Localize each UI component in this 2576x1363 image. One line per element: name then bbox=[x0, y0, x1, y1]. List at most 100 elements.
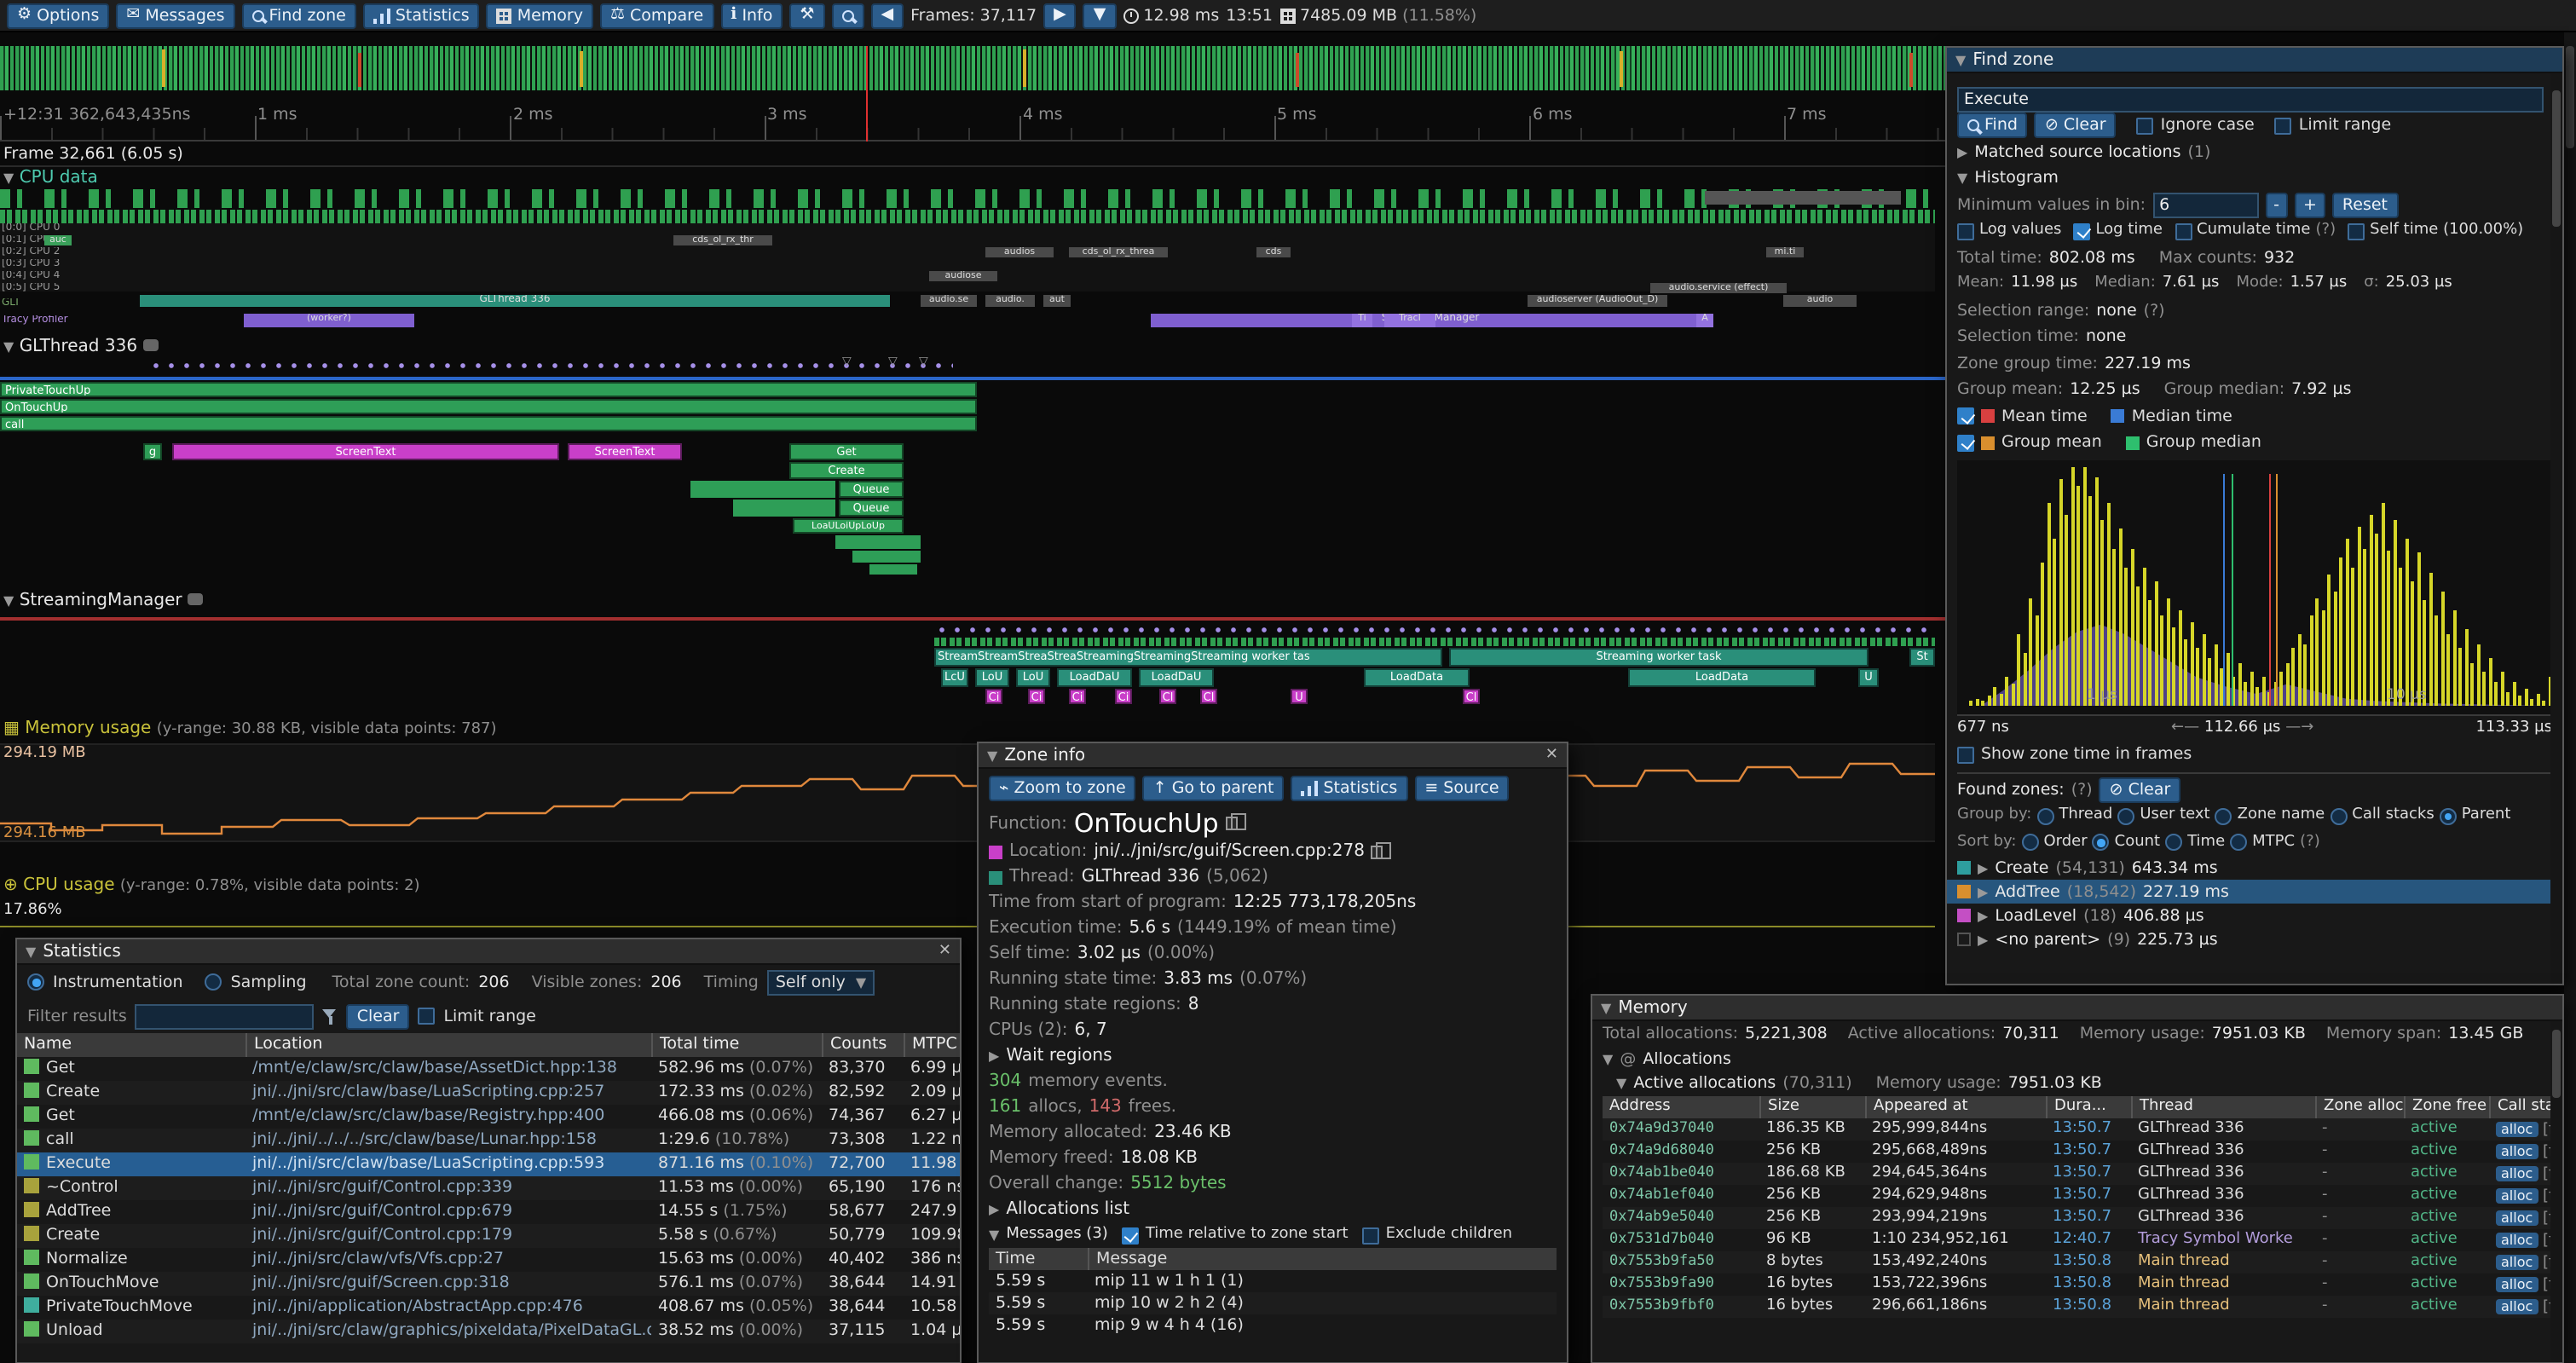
options-button[interactable]: ⚙Options bbox=[7, 3, 109, 28]
zoom-search-button[interactable] bbox=[831, 3, 863, 28]
bin-reset-button[interactable]: Reset bbox=[2332, 193, 2398, 218]
group-usertext-radio[interactable] bbox=[2117, 808, 2134, 825]
scrollbar-thumb[interactable] bbox=[2552, 1030, 2561, 1098]
zone-loaddata[interactable]: LoadData bbox=[1628, 668, 1816, 687]
alloc-callstack-button[interactable]: alloc bbox=[2496, 1121, 2538, 1136]
info-button[interactable]: ℹInfo bbox=[720, 3, 783, 28]
filter-funnel-icon[interactable] bbox=[323, 1008, 338, 1024]
log-time-checkbox[interactable] bbox=[2073, 223, 2090, 240]
column-location[interactable]: Location bbox=[245, 1033, 651, 1057]
table-row-selected[interactable]: Executejni/../jni/src/claw/base/LuaScrip… bbox=[17, 1152, 960, 1176]
cpu-zone[interactable]: audio.se bbox=[921, 295, 977, 307]
find-button[interactable]: Find bbox=[1957, 113, 2028, 139]
allocation-row[interactable]: 0x7553b9fbf016 bytes296,661,186ns13:50.8… bbox=[1603, 1295, 2552, 1317]
close-icon[interactable]: ✕ bbox=[1545, 747, 1558, 764]
cpu-zone[interactable]: audio bbox=[1783, 295, 1857, 307]
zone-mark[interactable]: U bbox=[1291, 689, 1308, 704]
zone-cluster[interactable] bbox=[733, 500, 835, 517]
allocation-row[interactable]: 0x74ab1be040186.68 KB294,645,364ns13:50.… bbox=[1603, 1162, 2552, 1184]
wait-regions-toggle[interactable]: ▶Wait regions bbox=[979, 1043, 1567, 1069]
table-row[interactable]: PrivateTouchMovejni/../jni/application/A… bbox=[17, 1296, 960, 1320]
log-values-checkbox[interactable] bbox=[1957, 223, 1974, 240]
cpu-zone[interactable]: A bbox=[1696, 314, 1713, 327]
streaming-section-header[interactable]: ▼ StreamingManager bbox=[3, 592, 203, 610]
alloc-callstack-button[interactable]: alloc bbox=[2496, 1298, 2538, 1314]
cpu-zone[interactable]: auc bbox=[44, 235, 72, 245]
cpu-data-section-header[interactable]: ▼ CPU data bbox=[3, 169, 98, 188]
matched-locations-toggle[interactable]: ▶Matched source locations(1) bbox=[1947, 139, 2562, 165]
cumulate-time-checkbox[interactable] bbox=[2175, 223, 2192, 240]
memory-button[interactable]: Memory bbox=[487, 3, 593, 28]
column-name[interactable]: Name bbox=[17, 1033, 245, 1057]
cpu-zone[interactable]: audio. bbox=[985, 295, 1035, 307]
copy-icon[interactable] bbox=[1226, 817, 1238, 830]
column-total-time[interactable]: Total time bbox=[651, 1033, 822, 1057]
filter-input[interactable] bbox=[136, 1003, 315, 1029]
message-row[interactable]: 5.59 smip 11 w 1 h 1 (1) bbox=[989, 1270, 1557, 1292]
cpu-plot-header[interactable]: ⊕ CPU usage (y-range: 0.78%, visible dat… bbox=[3, 876, 420, 895]
cpu-zone[interactable]: aut bbox=[1043, 295, 1071, 307]
next-frame-button[interactable]: ▶ bbox=[1043, 3, 1077, 28]
cpu-zone[interactable]: audioserver (AudioOut_D) bbox=[1528, 295, 1667, 307]
alloc-callstack-button[interactable]: alloc bbox=[2496, 1210, 2538, 1225]
column-message[interactable]: Message bbox=[1088, 1248, 1557, 1270]
alloc-callstack-button[interactable]: alloc bbox=[2496, 1276, 2538, 1291]
allocation-row[interactable]: 0x7553b9fa508 bytes153,492,240ns13:50.8M… bbox=[1603, 1250, 2552, 1273]
cpu-zone[interactable]: audios bbox=[985, 247, 1054, 257]
message-dots-lane[interactable] bbox=[148, 360, 953, 372]
memory-titlebar[interactable]: ▼ Memory bbox=[1592, 996, 2562, 1021]
limit-range-checkbox[interactable] bbox=[418, 1008, 435, 1025]
zone-call[interactable]: call bbox=[0, 416, 977, 431]
column-address[interactable]: Address bbox=[1603, 1095, 1759, 1118]
column-zone-alloc[interactable]: Zone alloc bbox=[2315, 1095, 2404, 1118]
tools-button[interactable]: ⚒ bbox=[789, 3, 824, 28]
cpu-zone[interactable]: cds bbox=[1256, 247, 1291, 257]
close-icon[interactable]: ✕ bbox=[939, 943, 951, 960]
find-zone-scrollbar[interactable] bbox=[2550, 73, 2562, 984]
go-to-parent-button[interactable]: ↑Go to parent bbox=[1143, 776, 1285, 801]
allocation-row[interactable]: 0x74ab9e5040256 KB293,994,219ns13:50.7GL… bbox=[1603, 1206, 2552, 1228]
found-zone-group[interactable]: ▶ <no parent> (9) 225.73 µs bbox=[1947, 927, 2562, 951]
column-mtpc[interactable]: MTPC bbox=[904, 1033, 960, 1057]
cpu-zone-glthread[interactable]: GLThread 336 bbox=[140, 295, 890, 307]
marker-triangle[interactable]: ▽ bbox=[842, 355, 852, 368]
zone-cluster[interactable] bbox=[835, 535, 921, 549]
help-icon[interactable]: (?) bbox=[2144, 297, 2165, 324]
zone-mark[interactable]: Ci bbox=[985, 689, 1002, 704]
table-row[interactable]: Createjni/../jni/src/guif/Control.cpp:17… bbox=[17, 1224, 960, 1248]
cpu-zone[interactable]: (worker?) bbox=[244, 314, 414, 327]
location-value[interactable]: jni/../jni/src/guif/Screen.cpp:278 bbox=[1094, 839, 1365, 864]
find-zone-button[interactable]: Find zone bbox=[242, 3, 356, 28]
group-mean-median-checkbox[interactable] bbox=[1957, 435, 1974, 452]
sort-mtpc-radio[interactable] bbox=[2230, 835, 2247, 852]
collapse-icon[interactable]: ▼ bbox=[989, 1222, 999, 1248]
marker-triangle[interactable]: ▽ bbox=[888, 355, 898, 368]
zone-cluster[interactable] bbox=[869, 564, 917, 575]
min-bin-input[interactable] bbox=[2152, 193, 2258, 218]
help-icon[interactable]: (?) bbox=[2071, 777, 2093, 803]
sampling-radio[interactable] bbox=[205, 973, 222, 990]
cpu-zone[interactable]: cds_ol_rx_threa bbox=[1069, 247, 1168, 257]
column-duration[interactable]: Dura... bbox=[2046, 1095, 2131, 1118]
zone-cluster[interactable] bbox=[690, 481, 835, 498]
zone-create[interactable]: Create bbox=[789, 462, 904, 479]
found-zone-group[interactable]: ▶ LoadLevel (18) 406.88 µs bbox=[1947, 904, 2562, 927]
mean-median-checkbox[interactable] bbox=[1957, 408, 1974, 425]
zone-cluster[interactable] bbox=[852, 551, 921, 563]
zoom-to-zone-button[interactable]: ⌁Zoom to zone bbox=[989, 776, 1136, 801]
help-icon[interactable]: (?) bbox=[2300, 829, 2320, 856]
allocation-row[interactable]: 0x7531d7b04096 KB1:10 234,952,16112:40.7… bbox=[1603, 1228, 2552, 1250]
memory-plot[interactable]: 294.19 MB 294.16 MB bbox=[0, 743, 1935, 842]
zone-mark[interactable]: Cl bbox=[1200, 689, 1217, 704]
filter-clear-button[interactable]: Clear bbox=[347, 1003, 410, 1029]
column-zone-free[interactable]: Zone free bbox=[2404, 1095, 2489, 1118]
cpu-zone[interactable]: audiose bbox=[929, 271, 997, 281]
zone-source-button[interactable]: ≡Source bbox=[1414, 776, 1509, 801]
marker-triangle[interactable]: ▽ bbox=[919, 355, 928, 368]
table-row[interactable]: Normalizejni/../jni/src/claw/vfs/Vfs.cpp… bbox=[17, 1248, 960, 1272]
statistics-button[interactable]: Statistics bbox=[363, 3, 480, 28]
time-relative-checkbox[interactable] bbox=[1122, 1227, 1139, 1244]
zone-loaddata[interactable]: LoadDaU bbox=[1057, 668, 1132, 687]
table-row[interactable]: calljni/../jni/../../../src/claw/base/Lu… bbox=[17, 1129, 960, 1152]
zone-queue[interactable]: Queue bbox=[839, 481, 904, 498]
